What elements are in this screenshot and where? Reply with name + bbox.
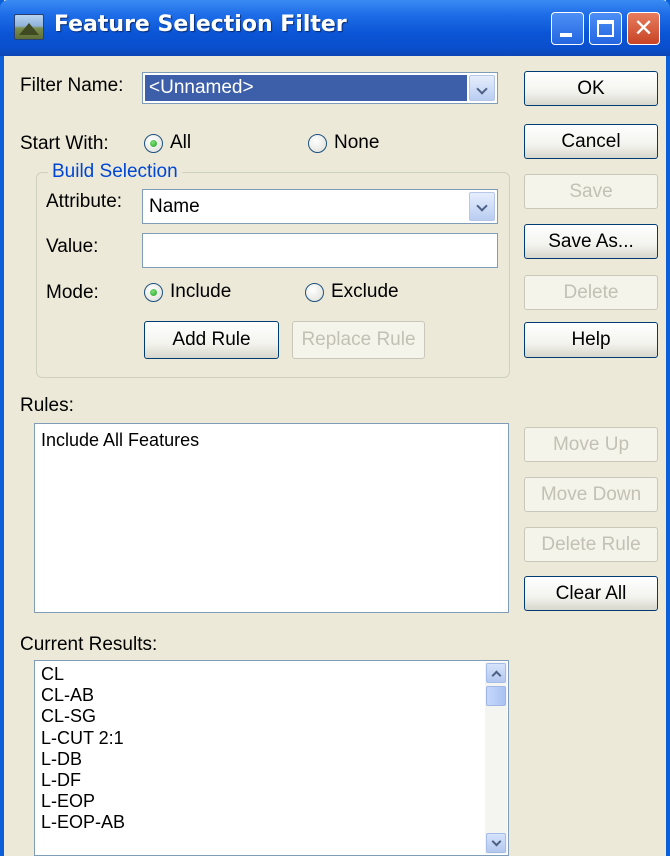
filter-name-combo[interactable]: <Unnamed>: [142, 72, 498, 104]
list-item[interactable]: CL: [41, 664, 64, 685]
mode-include-radio[interactable]: Include: [144, 281, 231, 303]
value-input[interactable]: [142, 233, 498, 268]
delete-button[interactable]: Delete: [524, 275, 658, 310]
current-results-label: Current Results:: [20, 634, 158, 655]
move-up-button[interactable]: Move Up: [524, 427, 658, 462]
list-item[interactable]: L-EOP: [41, 791, 95, 812]
mode-label: Mode:: [46, 282, 99, 303]
minimize-icon: [560, 33, 572, 37]
title-bar[interactable]: Feature Selection Filter ✕: [0, 0, 670, 56]
delete-rule-button[interactable]: Delete Rule: [524, 527, 658, 562]
radio-unselected-icon: [308, 133, 327, 153]
start-with-all-label: All: [170, 132, 192, 153]
cancel-button[interactable]: Cancel: [524, 124, 658, 159]
mode-exclude-radio[interactable]: Exclude: [305, 281, 399, 303]
start-with-all-radio[interactable]: All: [144, 132, 191, 154]
close-icon: ✕: [633, 14, 654, 42]
mode-include-label: Include: [170, 281, 232, 302]
list-item[interactable]: L-DB: [41, 749, 82, 770]
clear-all-button[interactable]: Clear All: [524, 576, 658, 611]
filter-name-value: <Unnamed>: [149, 77, 254, 98]
radio-selected-icon: [144, 133, 163, 153]
add-rule-button[interactable]: Add Rule: [144, 321, 279, 359]
list-item[interactable]: CL-SG: [41, 706, 96, 727]
radio-selected-icon: [144, 282, 163, 302]
results-scrollbar[interactable]: [485, 662, 507, 854]
scroll-thumb[interactable]: [486, 686, 506, 706]
help-button[interactable]: Help: [524, 322, 658, 358]
move-down-button[interactable]: Move Down: [524, 477, 658, 512]
build-selection-legend: Build Selection: [48, 161, 182, 183]
replace-rule-button[interactable]: Replace Rule: [292, 321, 425, 359]
chevron-down-icon[interactable]: [469, 75, 495, 101]
start-with-none-label: None: [334, 132, 380, 153]
start-with-none-radio[interactable]: None: [308, 132, 379, 154]
ok-button[interactable]: OK: [524, 71, 658, 106]
attribute-value: Name: [149, 195, 200, 217]
filter-name-label: Filter Name:: [20, 75, 124, 96]
list-item[interactable]: L-CUT 2:1: [41, 728, 124, 749]
rules-listbox[interactable]: Include All Features: [34, 423, 509, 613]
terrain-app-icon: [14, 14, 44, 40]
attribute-label: Attribute:: [46, 191, 123, 212]
value-label: Value:: [46, 236, 99, 257]
radio-unselected-icon: [305, 282, 324, 302]
maximize-icon: [597, 20, 614, 37]
scroll-down-icon[interactable]: [486, 833, 506, 853]
window-title: Feature Selection Filter: [54, 12, 347, 37]
save-as-button[interactable]: Save As...: [524, 224, 658, 259]
list-item[interactable]: Include All Features: [41, 430, 199, 451]
save-button[interactable]: Save: [524, 174, 658, 209]
rules-label: Rules:: [20, 395, 74, 416]
scroll-up-icon[interactable]: [486, 663, 506, 683]
attribute-combo[interactable]: Name: [142, 189, 498, 224]
maximize-button[interactable]: [589, 12, 622, 45]
start-with-label: Start With:: [20, 133, 109, 154]
chevron-down-icon[interactable]: [469, 192, 495, 221]
mode-exclude-label: Exclude: [331, 281, 399, 302]
list-item[interactable]: L-DF: [41, 770, 81, 791]
list-item[interactable]: L-EOP-AB: [41, 812, 125, 833]
current-results-listbox[interactable]: CL CL-AB CL-SG L-CUT 2:1 L-DB L-DF L-EOP…: [34, 660, 509, 856]
list-item[interactable]: CL-AB: [41, 685, 94, 706]
minimize-button[interactable]: [551, 12, 584, 45]
close-button[interactable]: ✕: [627, 12, 660, 45]
